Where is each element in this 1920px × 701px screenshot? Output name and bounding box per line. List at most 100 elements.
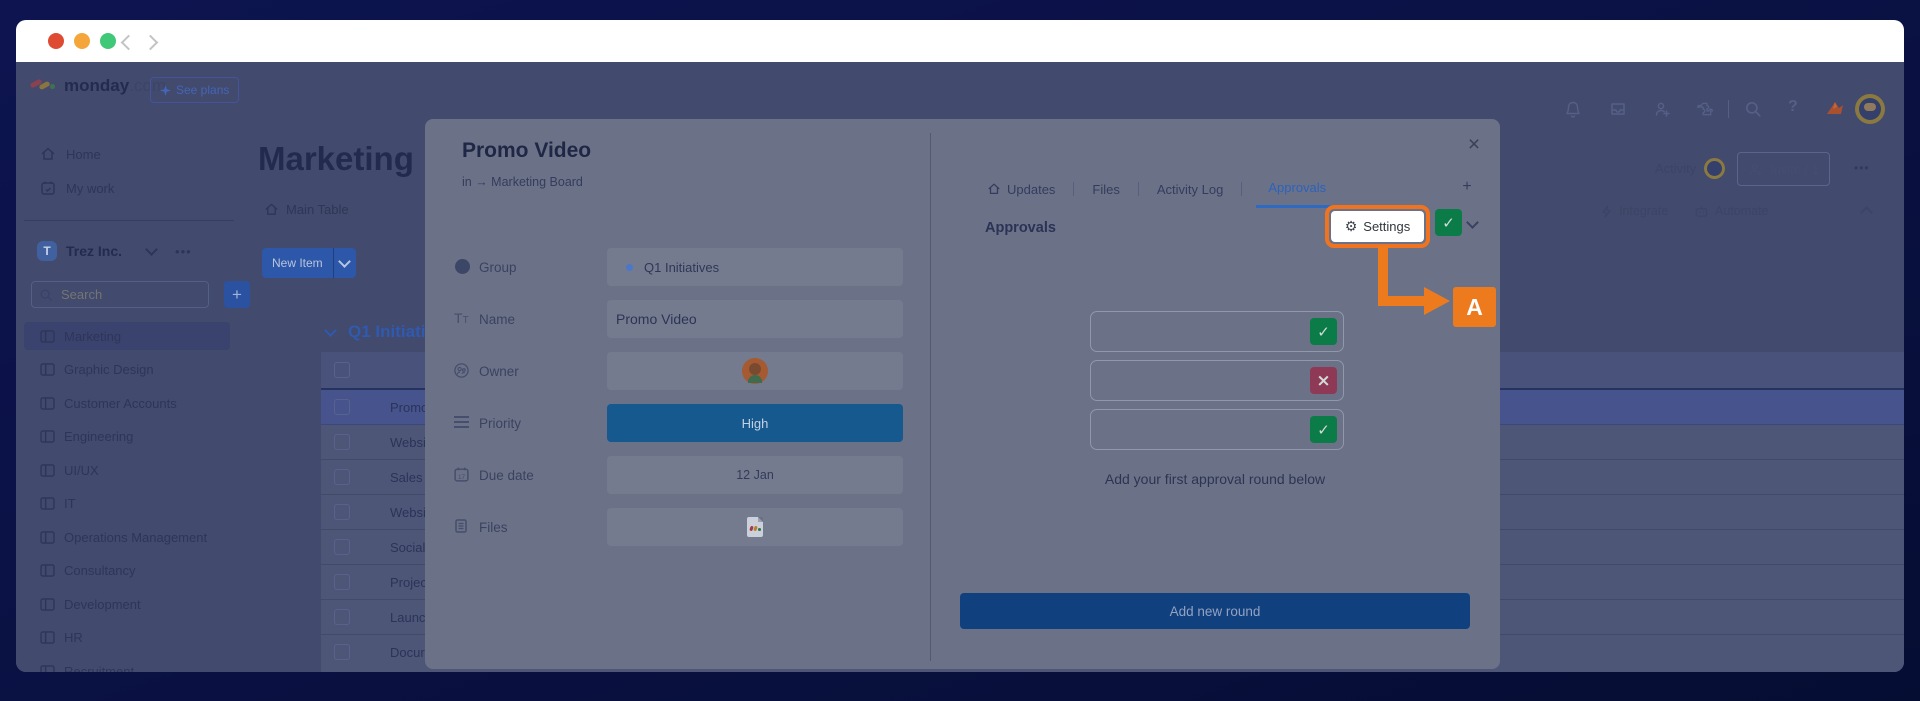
row-checkbox[interactable] bbox=[334, 574, 350, 590]
minimize-window-button[interactable] bbox=[74, 33, 90, 49]
sidebar-item-it[interactable]: IT bbox=[24, 489, 230, 517]
row-name[interactable]: Promo bbox=[390, 400, 428, 415]
tab-activity-log[interactable]: Activity Log bbox=[1153, 172, 1227, 206]
tab-updates[interactable]: Updates bbox=[983, 172, 1059, 206]
product-switcher-icon[interactable] bbox=[1824, 98, 1846, 118]
row-name[interactable]: Docur bbox=[390, 645, 425, 660]
maximize-window-button[interactable] bbox=[100, 33, 116, 49]
tab-label: Files bbox=[1092, 182, 1119, 197]
files-field-value[interactable] bbox=[607, 508, 903, 546]
row-name[interactable]: Launc bbox=[390, 610, 425, 625]
group-collapse-chevron-icon[interactable] bbox=[324, 324, 337, 337]
row-checkbox[interactable] bbox=[334, 399, 350, 415]
due-date-value-text: 12 Jan bbox=[736, 468, 774, 482]
add-new-round-label: Add new round bbox=[1170, 604, 1261, 619]
sidebar-item-recruitment[interactable]: Recruitment bbox=[24, 657, 230, 672]
search-icon[interactable] bbox=[1744, 100, 1762, 118]
row-name[interactable]: Websi bbox=[390, 505, 426, 520]
select-all-checkbox[interactable] bbox=[334, 362, 350, 378]
sidebar-item-development[interactable]: Development bbox=[24, 590, 230, 618]
notifications-bell-icon[interactable] bbox=[1564, 100, 1582, 118]
modal-panel-divider bbox=[930, 133, 931, 661]
window-titlebar bbox=[16, 20, 1904, 62]
check-icon: ✓ bbox=[1317, 421, 1330, 439]
annotation-label-badge: A bbox=[1453, 287, 1496, 327]
sidebar-item-customer-accounts[interactable]: Customer Accounts bbox=[24, 389, 230, 417]
row-checkbox[interactable] bbox=[334, 469, 350, 485]
approval-status-chip[interactable]: ✓ bbox=[1435, 209, 1462, 236]
add-new-round-button[interactable]: Add new round bbox=[960, 593, 1470, 629]
field-label-owner: Owner bbox=[479, 364, 519, 379]
sidebar-item-hr[interactable]: HR bbox=[24, 623, 230, 651]
see-plans-button[interactable]: See plans bbox=[150, 77, 239, 103]
svg-text:17: 17 bbox=[458, 474, 466, 481]
item-breadcrumb[interactable]: in → Marketing Board bbox=[462, 175, 583, 189]
sidebar-item-marketing[interactable]: Marketing bbox=[24, 322, 230, 350]
sidebar-item-consultancy[interactable]: Consultancy bbox=[24, 556, 230, 584]
group-field-value[interactable]: Q1 Initiatives bbox=[607, 248, 903, 286]
workspace-more-icon[interactable]: ••• bbox=[175, 244, 192, 259]
tab-approvals[interactable]: Approvals bbox=[1256, 171, 1338, 208]
row-name[interactable]: Websi bbox=[390, 435, 426, 450]
new-item-button[interactable]: New Item bbox=[262, 248, 356, 278]
home-label: Home bbox=[66, 147, 101, 162]
invite-members-icon[interactable] bbox=[1653, 100, 1671, 118]
owner-field-value[interactable] bbox=[607, 352, 903, 390]
add-tab-plus-icon[interactable]: + bbox=[1455, 175, 1479, 199]
new-item-chevron-down-icon[interactable] bbox=[334, 260, 356, 266]
logo-text: monday bbox=[64, 76, 129, 95]
annotation-arrow-horizontal bbox=[1378, 296, 1426, 306]
search-input[interactable] bbox=[59, 286, 183, 303]
activity-button[interactable]: Activity bbox=[1655, 158, 1725, 179]
priority-field-value[interactable]: High bbox=[607, 404, 903, 442]
sidebar-item-home[interactable]: Home bbox=[40, 146, 101, 162]
close-window-button[interactable] bbox=[48, 33, 64, 49]
board-icon bbox=[40, 665, 55, 673]
sidebar-item-graphic-design[interactable]: Graphic Design bbox=[24, 355, 230, 383]
integrate-button[interactable]: Integrate bbox=[1600, 204, 1668, 218]
user-avatar[interactable] bbox=[1855, 94, 1885, 124]
sidebar-item-engineering[interactable]: Engineering bbox=[24, 422, 230, 450]
row-name[interactable]: Social bbox=[390, 540, 425, 555]
tab-divider bbox=[1073, 182, 1074, 196]
invite-button[interactable]: Invite / 1 bbox=[1737, 152, 1830, 186]
row-name[interactable]: Projec bbox=[390, 575, 427, 590]
due-date-field-value[interactable]: 12 Jan bbox=[607, 456, 903, 494]
collapse-header-chevron-up-icon[interactable] bbox=[1860, 206, 1873, 219]
sidebar-item-operations-management[interactable]: Operations Management bbox=[24, 523, 230, 551]
item-card-modal: Promo Video in → Marketing Board × Group… bbox=[425, 119, 1500, 669]
invite-label: Invite / 1 bbox=[1770, 162, 1819, 177]
approval-status-chevron-down-icon[interactable] bbox=[1466, 216, 1479, 229]
sidebar-item-my-work[interactable]: My work bbox=[40, 180, 114, 196]
tab-files[interactable]: Files bbox=[1088, 172, 1123, 206]
forward-icon[interactable] bbox=[143, 35, 159, 51]
settings-button[interactable]: ⚙ Settings bbox=[1331, 211, 1424, 242]
board-icon bbox=[40, 363, 55, 376]
row-checkbox[interactable] bbox=[334, 609, 350, 625]
tab-main-table[interactable]: Main Table bbox=[264, 202, 349, 217]
new-item-label: New Item bbox=[262, 256, 333, 270]
main-table-icon bbox=[264, 202, 279, 217]
monday-logo[interactable]: monday.com bbox=[30, 76, 166, 96]
check-icon: ✓ bbox=[1442, 214, 1455, 232]
row-name[interactable]: Sales bbox=[390, 470, 423, 485]
help-icon[interactable]: ? bbox=[1788, 98, 1798, 116]
inbox-tray-icon[interactable] bbox=[1609, 100, 1627, 118]
apps-marketplace-icon[interactable] bbox=[1696, 100, 1714, 118]
row-checkbox[interactable] bbox=[334, 644, 350, 660]
close-icon[interactable]: × bbox=[1460, 131, 1488, 159]
row-checkbox[interactable] bbox=[334, 539, 350, 555]
sidebar-item-uiux[interactable]: UI/UX bbox=[24, 456, 230, 484]
field-label-group: Group bbox=[479, 260, 517, 275]
back-icon[interactable] bbox=[121, 35, 137, 51]
app-background: monday.com See plans ? Home My work bbox=[16, 62, 1904, 672]
add-board-button[interactable]: + bbox=[224, 281, 250, 308]
name-value-text: Promo Video bbox=[616, 311, 697, 327]
board-more-options-icon[interactable]: ••• bbox=[1854, 161, 1870, 175]
row-checkbox[interactable] bbox=[334, 504, 350, 520]
name-field-value[interactable]: Promo Video bbox=[607, 300, 903, 338]
workspace-switcher[interactable]: T Trez Inc. ••• bbox=[37, 241, 192, 261]
sidebar-search[interactable] bbox=[31, 281, 209, 308]
row-checkbox[interactable] bbox=[334, 434, 350, 450]
automate-button[interactable]: Automate bbox=[1694, 204, 1769, 218]
